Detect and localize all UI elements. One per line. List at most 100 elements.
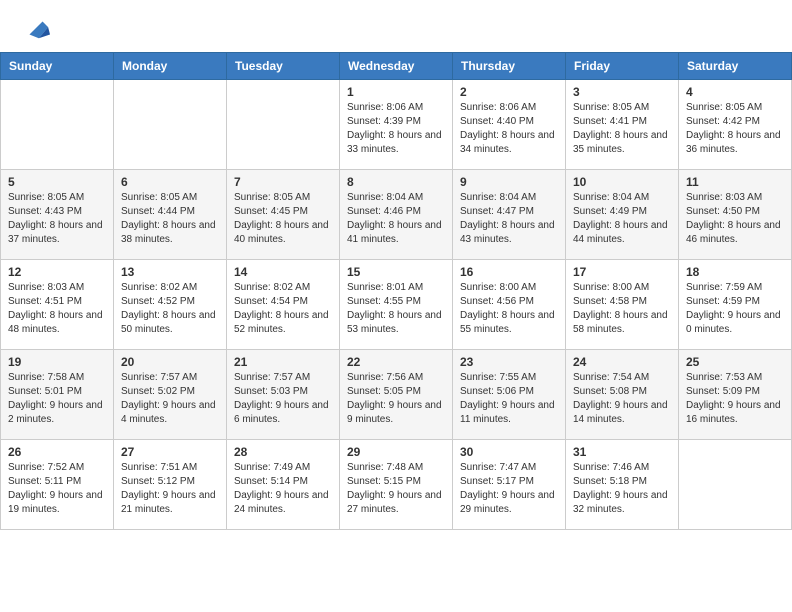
day-info: Sunrise: 8:05 AMSunset: 4:45 PMDaylight:… <box>234 191 332 247</box>
day-info: Sunrise: 8:03 AMSunset: 4:51 PMDaylight:… <box>8 281 106 337</box>
calendar-cell: 9 Sunrise: 8:04 AMSunset: 4:47 PMDaylight… <box>453 170 566 260</box>
day-info: Sunrise: 7:54 AMSunset: 5:08 PMDaylight:… <box>573 371 671 427</box>
day-header-saturday: Saturday <box>679 53 792 80</box>
calendar-cell: 24 Sunrise: 7:54 AMSunset: 5:08 PMDayligh… <box>566 350 679 440</box>
calendar-page: SundayMondayTuesdayWednesdayThursdayFrid… <box>0 0 792 530</box>
day-number: 18 <box>686 265 784 279</box>
day-header-tuesday: Tuesday <box>227 53 340 80</box>
day-info: Sunrise: 8:04 AMSunset: 4:46 PMDaylight:… <box>347 191 445 247</box>
day-info: Sunrise: 7:59 AMSunset: 4:59 PMDaylight:… <box>686 281 784 337</box>
day-info: Sunrise: 7:51 AMSunset: 5:12 PMDaylight:… <box>121 461 219 517</box>
calendar-table: SundayMondayTuesdayWednesdayThursdayFrid… <box>0 52 792 530</box>
day-number: 14 <box>234 265 332 279</box>
calendar-cell: 12 Sunrise: 8:03 AMSunset: 4:51 PMDayligh… <box>1 260 114 350</box>
day-number: 16 <box>460 265 558 279</box>
calendar-cell <box>227 80 340 170</box>
day-number: 10 <box>573 175 671 189</box>
calendar-cell: 14Sunrise: 8:02 AMSunset: 4:54 PMDayligh… <box>227 260 340 350</box>
day-number: 27 <box>121 445 219 459</box>
day-info: Sunrise: 8:06 AMSunset: 4:39 PMDaylight:… <box>347 101 445 157</box>
day-header-thursday: Thursday <box>453 53 566 80</box>
day-info: Sunrise: 8:05 AMSunset: 4:42 PMDaylight:… <box>686 101 784 157</box>
day-info: Sunrise: 7:56 AMSunset: 5:05 PMDaylight:… <box>347 371 445 427</box>
calendar-cell <box>1 80 114 170</box>
day-info: Sunrise: 8:05 AMSunset: 4:41 PMDaylight:… <box>573 101 671 157</box>
day-info: Sunrise: 8:04 AMSunset: 4:49 PMDaylight:… <box>573 191 671 247</box>
calendar-cell: 3 Sunrise: 8:05 AMSunset: 4:41 PMDaylight… <box>566 80 679 170</box>
day-info: Sunrise: 8:06 AMSunset: 4:40 PMDaylight:… <box>460 101 558 157</box>
day-number: 15 <box>347 265 445 279</box>
day-header-monday: Monday <box>114 53 227 80</box>
calendar-cell <box>679 440 792 530</box>
day-info: Sunrise: 7:57 AMSunset: 5:02 PMDaylight:… <box>121 371 219 427</box>
day-number: 21 <box>234 355 332 369</box>
calendar-cell: 21 Sunrise: 7:57 AMSunset: 5:03 PMDayligh… <box>227 350 340 440</box>
day-header-wednesday: Wednesday <box>340 53 453 80</box>
day-number: 29 <box>347 445 445 459</box>
calendar-cell: 20 Sunrise: 7:57 AMSunset: 5:02 PMDayligh… <box>114 350 227 440</box>
week-row-0: 1 Sunrise: 8:06 AMSunset: 4:39 PMDaylight… <box>1 80 792 170</box>
day-info: Sunrise: 8:00 AMSunset: 4:56 PMDaylight:… <box>460 281 558 337</box>
calendar-cell: 5 Sunrise: 8:05 AMSunset: 4:43 PMDaylight… <box>1 170 114 260</box>
day-number: 17 <box>573 265 671 279</box>
calendar-cell: 11 Sunrise: 8:03 AMSunset: 4:50 PMDayligh… <box>679 170 792 260</box>
day-number: 22 <box>347 355 445 369</box>
day-number: 28 <box>234 445 332 459</box>
calendar-cell: 31Sunrise: 7:46 AMSunset: 5:18 PMDayligh… <box>566 440 679 530</box>
day-number: 11 <box>686 175 784 189</box>
day-number: 12 <box>8 265 106 279</box>
day-header-friday: Friday <box>566 53 679 80</box>
calendar-cell: 22 Sunrise: 7:56 AMSunset: 5:05 PMDayligh… <box>340 350 453 440</box>
calendar-cell: 16 Sunrise: 8:00 AMSunset: 4:56 PMDayligh… <box>453 260 566 350</box>
day-number: 24 <box>573 355 671 369</box>
day-info: Sunrise: 7:55 AMSunset: 5:06 PMDaylight:… <box>460 371 558 427</box>
day-number: 6 <box>121 175 219 189</box>
day-number: 5 <box>8 175 106 189</box>
day-info: Sunrise: 8:00 AMSunset: 4:58 PMDaylight:… <box>573 281 671 337</box>
calendar-cell: 7 Sunrise: 8:05 AMSunset: 4:45 PMDaylight… <box>227 170 340 260</box>
day-number: 7 <box>234 175 332 189</box>
day-number: 20 <box>121 355 219 369</box>
day-number: 4 <box>686 85 784 99</box>
calendar-cell: 13 Sunrise: 8:02 AMSunset: 4:52 PMDayligh… <box>114 260 227 350</box>
day-number: 23 <box>460 355 558 369</box>
day-info: Sunrise: 8:02 AMSunset: 4:52 PMDaylight:… <box>121 281 219 337</box>
calendar-cell: 23 Sunrise: 7:55 AMSunset: 5:06 PMDayligh… <box>453 350 566 440</box>
calendar-cell: 1 Sunrise: 8:06 AMSunset: 4:39 PMDaylight… <box>340 80 453 170</box>
header <box>0 0 792 52</box>
calendar-cell: 4 Sunrise: 8:05 AMSunset: 4:42 PMDaylight… <box>679 80 792 170</box>
calendar-cell: 18 Sunrise: 7:59 AMSunset: 4:59 PMDayligh… <box>679 260 792 350</box>
logo <box>20 14 50 42</box>
day-info: Sunrise: 7:53 AMSunset: 5:09 PMDaylight:… <box>686 371 784 427</box>
logo-icon <box>22 14 50 42</box>
calendar-cell: 15 Sunrise: 8:01 AMSunset: 4:55 PMDayligh… <box>340 260 453 350</box>
day-info: Sunrise: 8:04 AMSunset: 4:47 PMDaylight:… <box>460 191 558 247</box>
week-row-1: 5 Sunrise: 8:05 AMSunset: 4:43 PMDaylight… <box>1 170 792 260</box>
calendar-cell <box>114 80 227 170</box>
calendar-cell: 29Sunrise: 7:48 AMSunset: 5:15 PMDayligh… <box>340 440 453 530</box>
week-row-4: 26Sunrise: 7:52 AMSunset: 5:11 PMDayligh… <box>1 440 792 530</box>
day-info: Sunrise: 7:47 AMSunset: 5:17 PMDaylight:… <box>460 461 558 517</box>
day-number: 9 <box>460 175 558 189</box>
day-headers-row: SundayMondayTuesdayWednesdayThursdayFrid… <box>1 53 792 80</box>
day-number: 26 <box>8 445 106 459</box>
calendar-cell: 2Sunrise: 8:06 AMSunset: 4:40 PMDaylight… <box>453 80 566 170</box>
calendar-cell: 17 Sunrise: 8:00 AMSunset: 4:58 PMDayligh… <box>566 260 679 350</box>
day-number: 3 <box>573 85 671 99</box>
calendar-cell: 28Sunrise: 7:49 AMSunset: 5:14 PMDayligh… <box>227 440 340 530</box>
day-info: Sunrise: 7:57 AMSunset: 5:03 PMDaylight:… <box>234 371 332 427</box>
day-info: Sunrise: 7:58 AMSunset: 5:01 PMDaylight:… <box>8 371 106 427</box>
day-number: 25 <box>686 355 784 369</box>
day-number: 13 <box>121 265 219 279</box>
day-info: Sunrise: 8:05 AMSunset: 4:43 PMDaylight:… <box>8 191 106 247</box>
day-number: 19 <box>8 355 106 369</box>
day-number: 1 <box>347 85 445 99</box>
day-info: Sunrise: 8:01 AMSunset: 4:55 PMDaylight:… <box>347 281 445 337</box>
day-number: 30 <box>460 445 558 459</box>
day-number: 31 <box>573 445 671 459</box>
calendar-cell: 30 Sunrise: 7:47 AMSunset: 5:17 PMDayligh… <box>453 440 566 530</box>
calendar-cell: 27 Sunrise: 7:51 AMSunset: 5:12 PMDayligh… <box>114 440 227 530</box>
day-info: Sunrise: 8:03 AMSunset: 4:50 PMDaylight:… <box>686 191 784 247</box>
day-info: Sunrise: 8:05 AMSunset: 4:44 PMDaylight:… <box>121 191 219 247</box>
calendar-cell: 19 Sunrise: 7:58 AMSunset: 5:01 PMDayligh… <box>1 350 114 440</box>
